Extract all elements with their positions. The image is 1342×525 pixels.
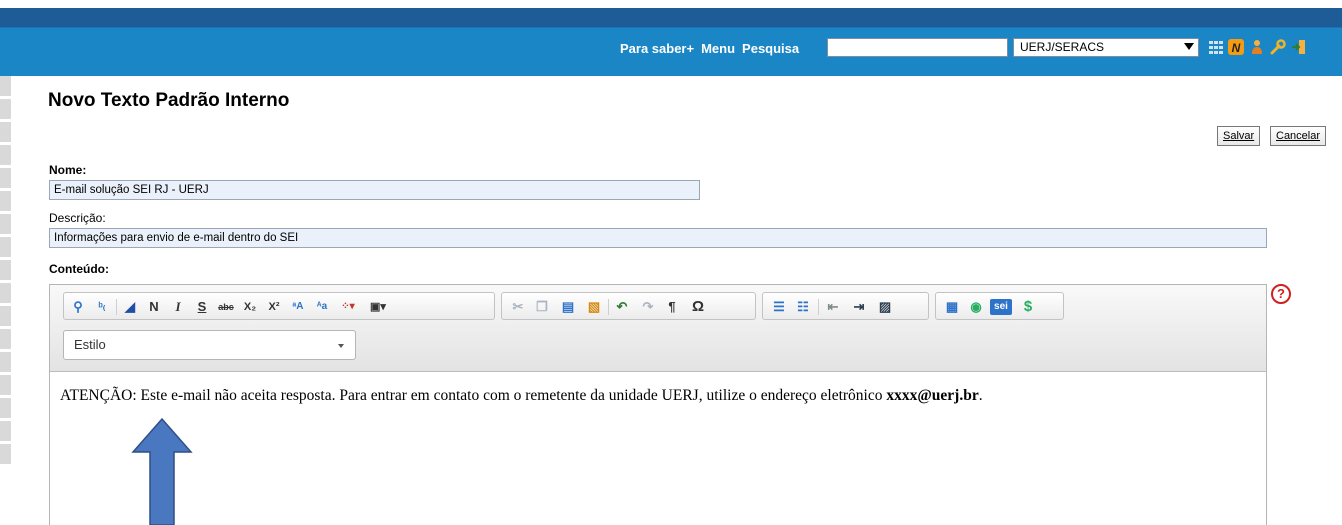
link-icon[interactable]: ◉	[968, 299, 984, 315]
paste-text-icon[interactable]: ▧	[586, 299, 602, 315]
special-char-icon[interactable]: Ω	[690, 299, 706, 315]
separator	[608, 299, 609, 315]
name-field[interactable]: E-mail solução SEI RJ - UERJ	[49, 180, 700, 200]
content-end: .	[978, 387, 983, 404]
outdent-icon[interactable]: ⇤	[825, 299, 841, 315]
chevron-down-icon	[1184, 43, 1194, 50]
content-email: xxxx@uerj.br	[886, 387, 979, 404]
user-icon[interactable]	[1249, 39, 1265, 55]
grid-icon[interactable]	[1208, 39, 1224, 55]
n-icon[interactable]: N	[1228, 39, 1244, 55]
pilcrow-icon[interactable]: ¶	[664, 299, 680, 315]
superscript-icon[interactable]: X²	[266, 299, 282, 315]
cut-icon[interactable]: ✂	[510, 299, 526, 315]
indent-icon[interactable]: ⇥	[851, 299, 867, 315]
left-rail	[0, 76, 11, 466]
unit-select[interactable]: UERJ/SERACS	[1013, 38, 1199, 57]
copy-icon[interactable]: ❐	[534, 299, 550, 315]
top-stripe	[0, 0, 1342, 8]
search-input[interactable]	[827, 38, 1008, 57]
cancel-button[interactable]: Cancelar	[1270, 126, 1327, 146]
font-size-up-icon[interactable]: ᵃA	[290, 299, 306, 315]
sei-icon[interactable]: sei	[990, 299, 1012, 315]
find-icon[interactable]: ⚲	[70, 299, 86, 315]
toolbar-group-extra: ▦ ◉ sei $	[935, 292, 1064, 320]
toolbar-group-format: ⚲ ᵇ₍ ◢ N I S abc X₂ X² ᵃA ᴬa ⁘▾ ▣▾	[63, 292, 495, 320]
content-label: Conteúdo:	[49, 262, 109, 276]
redo-icon[interactable]: ↷	[640, 299, 656, 315]
numbered-list-icon[interactable]: ☰	[771, 299, 787, 315]
image-icon[interactable]: ▨	[877, 299, 893, 315]
rich-text-editor: ⚲ ᵇ₍ ◢ N I S abc X₂ X² ᵃA ᴬa ⁘▾ ▣▾ ✂ ❐ ▤…	[49, 284, 1267, 525]
replace-icon[interactable]: ᵇ₍	[94, 299, 110, 315]
strikethrough-icon[interactable]: abc	[218, 299, 234, 315]
editor-toolbar: ⚲ ᵇ₍ ◢ N I S abc X₂ X² ᵃA ᴬa ⁘▾ ▣▾ ✂ ❐ ▤…	[50, 285, 1266, 372]
description-field[interactable]: Informações para envio de e-mail dentro …	[49, 228, 1267, 248]
content-text: ATENÇÃO: Este e-mail não aceita resposta…	[60, 387, 887, 404]
toolbar-group-lists: ☰ ☷ ⇤ ⇥ ▨	[762, 292, 929, 320]
save-button-label: Salvar	[1223, 130, 1255, 142]
editor-content[interactable]: ATENÇÃO: Este e-mail não aceita resposta…	[60, 387, 983, 405]
toolbar-group-edit: ✂ ❐ ▤ ▧ ↶ ↷ ¶ Ω	[501, 292, 756, 320]
separator	[818, 299, 819, 315]
name-label: Nome:	[49, 163, 87, 177]
italic-icon[interactable]: I	[170, 299, 186, 315]
style-dropdown-value: Estilo	[74, 337, 106, 352]
style-dropdown[interactable]: Estilo	[63, 330, 356, 360]
table-icon[interactable]: ▦	[944, 299, 960, 315]
eraser-icon[interactable]: ◢	[122, 299, 138, 315]
text-color-icon[interactable]: ⁘▾	[340, 299, 356, 315]
underline-icon[interactable]: S	[194, 299, 210, 315]
font-size-down-icon[interactable]: ᴬa	[314, 299, 330, 315]
background-color-icon[interactable]: ▣▾	[370, 299, 386, 315]
page-title: Novo Texto Padrão Interno	[48, 90, 290, 111]
subscript-icon[interactable]: X₂	[242, 299, 258, 315]
paste-icon[interactable]: ▤	[560, 299, 576, 315]
chevron-down-icon	[338, 344, 344, 348]
nav-menu[interactable]: Menu	[701, 41, 735, 56]
arrow-up-icon	[131, 417, 193, 525]
help-icon[interactable]: ?	[1271, 284, 1291, 304]
separator	[116, 299, 117, 315]
exit-icon[interactable]	[1291, 39, 1307, 55]
unit-select-value: UERJ/SERACS	[1020, 40, 1105, 54]
nav-para-saber[interactable]: Para saber+	[620, 41, 694, 56]
nav-pesquisa[interactable]: Pesquisa	[742, 41, 799, 56]
dollar-icon[interactable]: $	[1020, 299, 1036, 315]
bullet-list-icon[interactable]: ☷	[795, 299, 811, 315]
svg-text:N: N	[1232, 41, 1241, 55]
wrench-icon[interactable]	[1270, 39, 1286, 55]
bold-icon[interactable]: N	[146, 299, 162, 315]
undo-icon[interactable]: ↶	[614, 299, 630, 315]
cancel-button-label: Cancelar	[1276, 130, 1321, 142]
save-button[interactable]: Salvar	[1217, 126, 1261, 146]
header-nav: Para saber+ Menu Pesquisa	[620, 38, 806, 58]
description-label: Descrição:	[49, 211, 106, 225]
